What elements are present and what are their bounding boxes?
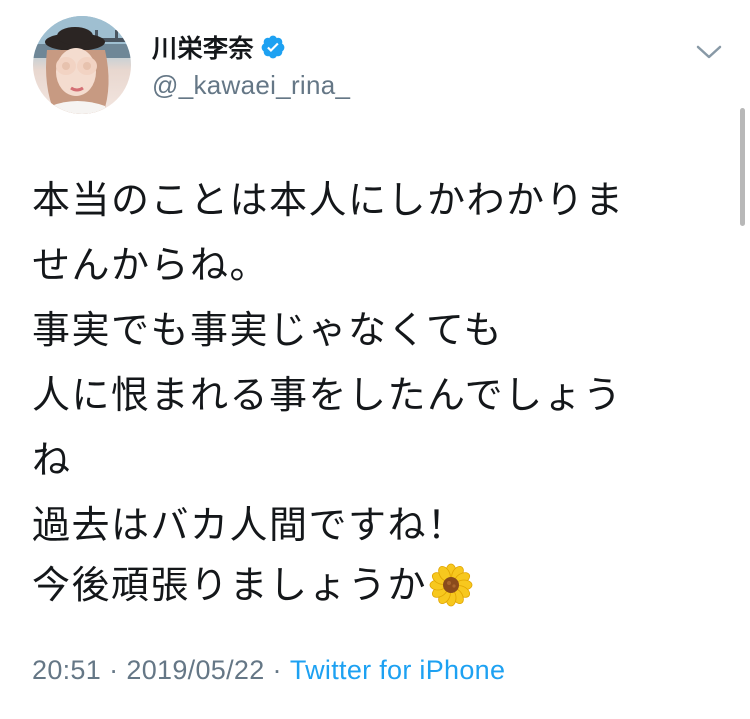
display-name-row: 川栄李奈 bbox=[152, 30, 350, 64]
scrollbar[interactable] bbox=[740, 108, 745, 226]
avatar[interactable] bbox=[33, 16, 131, 114]
tweet-meta: 20:51 · 2019/05/22 · Twitter for iPhone bbox=[32, 655, 505, 686]
chevron-down-icon[interactable] bbox=[693, 40, 725, 64]
display-name[interactable]: 川栄李奈 bbox=[152, 29, 254, 65]
user-header: 川栄李奈 @_kawaei_rina_ bbox=[152, 30, 350, 101]
tweet-text: 本当のことは本人にしかわかりま せんからね。 事実でも事実じゃなくても 人に恨ま… bbox=[32, 178, 625, 547]
tweet-date[interactable]: 2019/05/22 bbox=[126, 655, 264, 686]
tweet-text-closing: 今後頑張りましょうか bbox=[32, 563, 428, 607]
meta-separator: · bbox=[109, 655, 119, 685]
tweet-time[interactable]: 20:51 bbox=[32, 655, 101, 686]
sunflower-icon bbox=[429, 563, 473, 607]
user-handle[interactable]: @_kawaei_rina_ bbox=[152, 70, 350, 101]
tweet-text-last-line: 今後頑張りましょうか bbox=[32, 560, 473, 610]
tweet-source-link[interactable]: Twitter for iPhone bbox=[290, 655, 506, 686]
verified-badge-icon bbox=[260, 34, 286, 60]
meta-separator: · bbox=[272, 655, 282, 685]
tweet-card: 川栄李奈 @_kawaei_rina_ 本当のことは本人にしかわかりま せんから… bbox=[0, 0, 750, 719]
